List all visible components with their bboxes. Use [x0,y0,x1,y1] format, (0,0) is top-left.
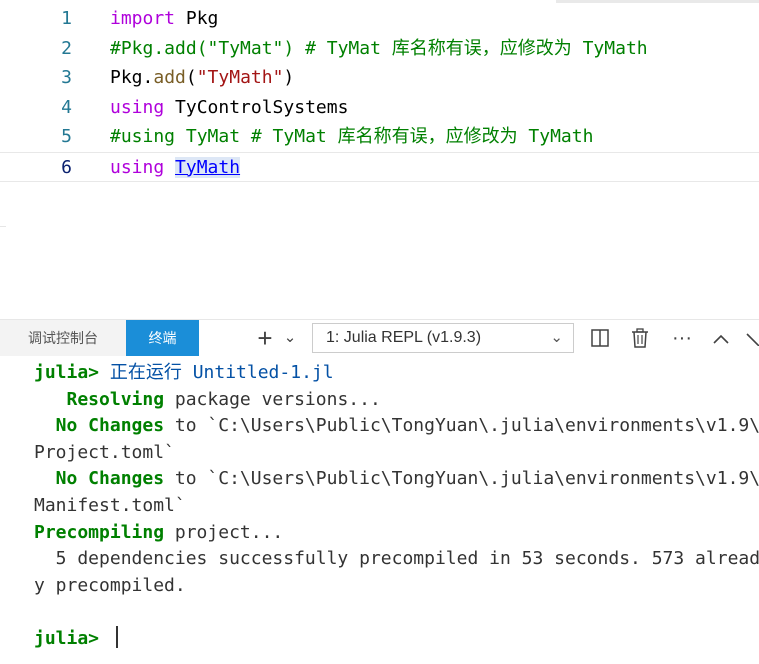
line-number: 3 [61,67,72,88]
code-line[interactable]: 1 import Pkg [0,4,759,34]
editor-scroll-shadow [556,0,759,3]
code-token: TyControlSystems [164,96,349,118]
module-link[interactable]: TyMath [175,156,241,178]
terminal-select[interactable]: 1: Julia REPL (v1.9.3) ⌄ [312,323,574,353]
terminal-line: Resolving package versions... [34,387,381,413]
code-token: import [110,8,176,29]
terminal-text: Project.toml` [34,441,175,463]
terminal-line: Manifest.toml` [34,493,186,519]
select-chevron-down-icon: ⌄ [550,329,563,346]
line-number: 5 [61,126,72,147]
line-code: Pkg.add("TyMath") [110,63,294,93]
line-number: 4 [61,96,72,118]
code-line[interactable]: 6 using TyMath [0,151,759,183]
terminal-line: y precompiled. [34,573,186,599]
tab-debug-console[interactable]: 调试控制台 [0,320,126,356]
terminal-keyword: No Changes [34,468,165,490]
line-number: 2 [61,37,72,59]
terminal-line: julia> [34,626,118,652]
terminal-keyword: julia> [34,362,110,383]
line-code: #Pkg.add("TyMat") # TyMat 库名称有误，应修改为 TyM… [110,34,648,64]
code-token: add [153,67,186,88]
terminal-line: 5 dependencies successfully precompiled … [34,546,759,572]
code-line[interactable]: 3 Pkg.add("TyMath") [0,63,759,93]
code-token: #Pkg.add("TyMat") # TyMat 库名称有误，应修改为 TyM… [110,37,648,59]
terminal-text: Manifest.toml` [34,495,186,516]
tab-terminal[interactable]: 终端 [126,320,199,356]
trash-icon[interactable] [627,320,653,356]
terminal-line: Precompiling project... [34,520,283,546]
code-token: "TyMath" [196,67,284,88]
chevron-up-icon[interactable] [709,320,733,356]
code-editor[interactable]: 1 import Pkg 2 #Pkg.add("TyMat") # TyMat 库名… [0,0,759,318]
line-code: #using TyMat # TyMat 库名称有误，应修改为 TyMath [110,122,593,152]
terminal-line: Project.toml` [34,440,175,466]
code-token: ( [185,67,197,88]
terminal-line: No Changes to `C:\Users\Public\TongYuan\… [34,466,759,492]
terminal-line: No Changes to `C:\Users\Public\TongYuan\… [34,413,759,439]
terminal-output[interactable]: julia> 正在运行 Untitled-1.jl Resolving pack… [0,356,759,664]
terminal-keyword: Resolving [34,388,165,410]
terminal-cursor [115,626,118,648]
line-code: using TyControlSystems [110,93,348,123]
code-token: using [110,156,165,178]
code-line[interactable]: 4 using TyControlSystems [0,93,759,123]
more-icon[interactable]: ··· [669,320,695,356]
close-icon[interactable] [744,320,759,356]
terminal-keyword: Precompiling [34,521,165,543]
code-line[interactable]: 2 #Pkg.add("TyMat") # TyMat 库名称有误，应修改为 Ty… [0,34,759,64]
line-code: using TyMath [110,153,241,183]
terminal-keyword: julia> [34,628,110,649]
add-icon[interactable]: + [254,320,276,356]
terminal-keyword: No Changes [34,415,165,437]
code-token: using [110,96,165,118]
terminal-text: to `C:\Users\Public\TongYuan\.julia\envi… [164,415,759,437]
terminal-text: package versions... [164,388,381,410]
terminal-text: 5 dependencies successfully precompiled … [34,548,759,570]
terminal-text: to `C:\Users\Public\TongYuan\.julia\envi… [164,468,759,490]
split-icon[interactable] [588,320,612,356]
code-token: ) [283,67,295,88]
panel-header: 调试控制台 终端 + ⌄ 1: Julia REPL (v1.9.3) ⌄ ··… [0,319,759,356]
terminal-text: project... [164,521,284,543]
chevron-down-icon[interactable]: ⌄ [282,320,298,356]
code-token: #using TyMat # TyMat 库名称有误，应修改为 TyMath [110,126,594,147]
line-number: 6 [61,156,72,178]
terminal-text: y precompiled. [34,574,186,596]
line-code: import Pkg [110,4,218,34]
terminal-select-value: 1: Julia REPL (v1.9.3) [326,329,482,346]
code-token: Pkg. [110,67,154,88]
code-line[interactable]: 5 #using TyMat # TyMat 库名称有误，应修改为 TyMath [0,122,759,152]
terminal-text: 正在运行 Untitled-1.jl [109,362,334,383]
editor-gutter-marker [0,226,6,257]
terminal-line: julia> 正在运行 Untitled-1.jl [34,360,334,386]
line-number: 1 [61,8,72,29]
code-token: Pkg [175,8,219,29]
